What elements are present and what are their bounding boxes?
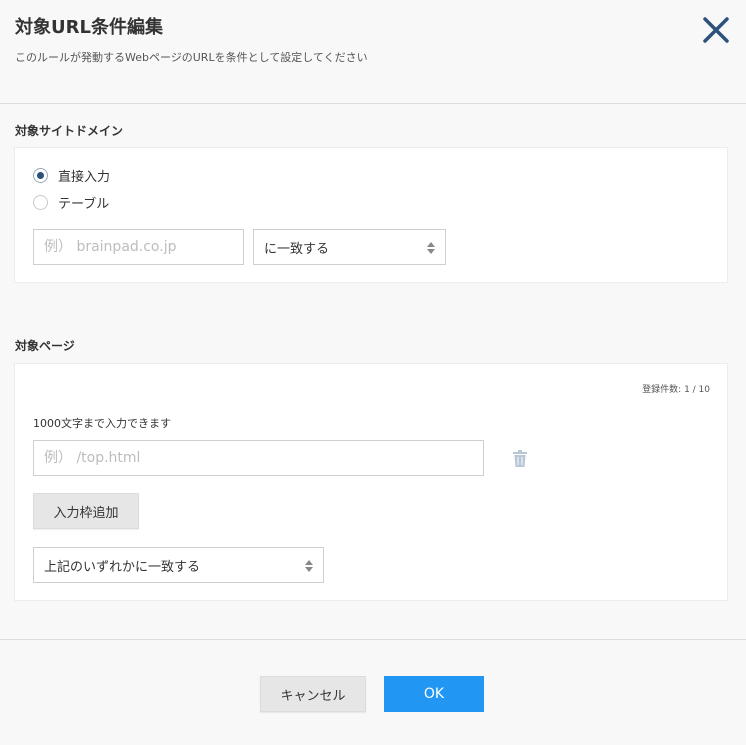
radio-label: テーブル xyxy=(58,197,110,212)
radio-direct-input[interactable]: 直接入力 xyxy=(33,166,110,185)
domain-section-label: 対象サイトドメイン xyxy=(15,124,124,138)
ok-button[interactable]: OK xyxy=(384,676,484,712)
add-input-button[interactable]: 入力枠追加 xyxy=(33,493,139,529)
domain-input[interactable] xyxy=(33,229,244,265)
page-card: 登録件数: 1 / 10 1000文字まで入力できます 入力枠追加 上記のいずれ… xyxy=(14,363,728,601)
domain-card: 直接入力 テーブル に一致する xyxy=(14,147,728,283)
footer-divider xyxy=(0,639,746,640)
trash-icon[interactable] xyxy=(513,450,527,467)
close-button[interactable] xyxy=(700,14,732,46)
char-limit-note: 1000文字まで入力できます xyxy=(33,417,171,430)
select-arrows-icon xyxy=(427,242,435,254)
select-arrows-icon xyxy=(305,560,313,572)
radio-label: 直接入力 xyxy=(58,170,111,185)
dialog-header: 対象URL条件編集 このルールが発動するWebページのURLを条件として設定して… xyxy=(0,0,746,104)
radio-button-checked[interactable] xyxy=(33,168,48,183)
page-section-label: 対象ページ xyxy=(15,339,75,353)
cancel-button[interactable]: キャンセル xyxy=(260,676,366,712)
radio-button[interactable] xyxy=(33,195,48,210)
domain-match-select[interactable]: に一致する xyxy=(253,229,446,265)
registration-count: 登録件数: 1 / 10 xyxy=(642,385,710,395)
close-icon xyxy=(703,17,729,43)
dialog-title: 対象URL条件編集 xyxy=(15,17,163,38)
radio-table[interactable]: テーブル xyxy=(33,193,109,212)
page-match-value: 上記のいずれかに一致する xyxy=(44,559,201,575)
page-match-select[interactable]: 上記のいずれかに一致する xyxy=(33,547,324,583)
domain-match-value: に一致する xyxy=(264,241,330,257)
dialog-subtitle: このルールが発動するWebページのURLを条件として設定してください xyxy=(15,51,368,64)
page-input[interactable] xyxy=(33,440,484,476)
url-condition-dialog: 対象URL条件編集 このルールが発動するWebページのURLを条件として設定して… xyxy=(0,0,746,745)
